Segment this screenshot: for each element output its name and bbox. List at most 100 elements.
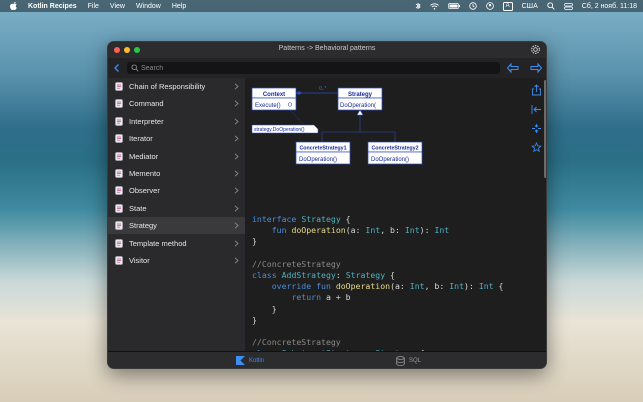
code-comment: //ConcreteStrategy [252, 337, 341, 348]
menu-window[interactable]: Window [136, 3, 161, 10]
apple-icon[interactable] [10, 2, 18, 10]
menu-file[interactable]: File [88, 3, 99, 10]
right-action-bar [526, 78, 546, 351]
expand-icon[interactable] [531, 123, 542, 134]
uml-concrete1-method: DoOperation() [299, 157, 337, 163]
sidebar-item-label: Observer [129, 186, 160, 196]
tab-kotlin[interactable]: Kotlin [236, 356, 264, 365]
chevron-right-icon [234, 205, 239, 212]
sidebar-item-label: Strategy [129, 221, 157, 231]
title-bar: Patterns -> Behavioral patterns [108, 42, 546, 58]
sidebar-item-strategy[interactable]: Strategy [108, 217, 245, 235]
sidebar-item-label: Visitor [129, 256, 150, 265]
document-icon [115, 134, 123, 143]
clock-icon[interactable] [468, 2, 477, 10]
sidebar-item-observer[interactable]: Observer [108, 182, 245, 199]
control-center-icon[interactable] [563, 2, 573, 10]
kotlin-logo-icon [236, 356, 245, 365]
uml-diagram: Context Execute() 0..* Strategy DoOperat… [251, 86, 423, 165]
sidebar-item-state[interactable]: State [108, 200, 245, 217]
uml-note: strategy.DoOperation() [254, 127, 305, 133]
document-icon [115, 82, 123, 91]
sidebar-item-visitor[interactable]: Visitor [108, 252, 245, 269]
document-icon [115, 238, 123, 248]
search-input[interactable] [141, 62, 491, 74]
document-icon [115, 99, 123, 109]
code-comment: //ConcreteStrategy [252, 258, 341, 269]
document-icon [115, 186, 123, 196]
sidebar-item-label: Command [129, 99, 164, 109]
menu-bar: Kotlin Recipes File View Window Help A С… [0, 0, 643, 12]
sidebar-item-memento[interactable]: Memento [108, 165, 245, 182]
search-icon [131, 64, 139, 72]
tab-kotlin-label: Kotlin [249, 357, 265, 364]
sidebar-item-command[interactable]: Command [108, 95, 245, 112]
star-icon[interactable] [531, 142, 542, 153]
uml-strategy-interface: Strategy DoOperation( [337, 87, 383, 111]
sidebar-item-iterator[interactable]: Iterator [108, 130, 245, 147]
document-icon [115, 256, 123, 265]
sidebar-item-label: Chain of Responsibility [129, 82, 206, 91]
uml-context-class: Context Execute() [251, 87, 297, 111]
spotlight-search-icon[interactable] [547, 2, 555, 10]
document-icon [115, 117, 123, 126]
tab-sql-label: SQL [409, 358, 422, 364]
uml-concrete-strategy-1: ConcreteStrategy1 DoOperation() [295, 141, 351, 165]
uml-concrete2-method: DoOperation() [371, 157, 409, 163]
battery-icon[interactable] [447, 3, 460, 9]
sidebar-item-mediator[interactable]: Mediator [108, 148, 245, 165]
document-icon [115, 204, 123, 213]
gear-icon[interactable] [530, 44, 541, 55]
chevron-right-icon [234, 135, 239, 142]
toolbar [108, 58, 546, 79]
tab-sql[interactable]: SQL [396, 356, 421, 366]
arrow-right-icon[interactable] [529, 62, 543, 74]
sidebar-item-label: Memento [129, 169, 161, 178]
menubar-clock[interactable]: Сб, 2 нояб. 11:18 [582, 3, 637, 10]
user-icon[interactable] [485, 2, 494, 10]
sidebar-item-label: Mediator [129, 151, 159, 161]
bluetooth-icon[interactable] [415, 2, 421, 10]
chevron-right-icon [234, 153, 239, 160]
window-title: Patterns -> Behavioral patterns [278, 45, 376, 52]
chevron-right-icon [234, 222, 239, 229]
keyboard-layout-badge[interactable]: A [502, 1, 513, 11]
menu-view[interactable]: View [110, 3, 125, 10]
sidebar-item-template-method[interactable]: Template method [108, 235, 245, 252]
uml-concrete2-title: ConcreteStrategy2 [371, 146, 418, 152]
database-icon [396, 356, 405, 366]
app-window: Patterns -> Behavioral patterns Chain of… [107, 41, 547, 369]
sidebar-item-label: Template method [129, 238, 187, 248]
input-source-label[interactable]: США [522, 3, 538, 10]
app-name-menu[interactable]: Kotlin Recipes [28, 3, 77, 10]
sidebar-item-chain-of-responsibility[interactable]: Chain of Responsibility [108, 78, 245, 95]
share-icon[interactable] [531, 84, 542, 96]
sidebar: Chain of Responsibility Command Interprete… [108, 78, 245, 351]
collapse-left-icon[interactable] [531, 104, 542, 115]
uml-concrete-strategy-2: ConcreteStrategy2 DoOperation() [367, 141, 423, 165]
arrow-left-icon[interactable] [506, 62, 520, 74]
bottom-tab-bar: Kotlin SQL [108, 351, 546, 368]
document-icon [115, 221, 123, 230]
uml-context-title: Context [263, 92, 285, 98]
wifi-icon[interactable] [429, 2, 439, 10]
uml-strategy-title: Strategy [348, 92, 373, 98]
code-block[interactable]: interface Strategy { fun doOperation(a: … [252, 214, 503, 351]
uml-concrete1-title: ConcreteStrategy1 [299, 146, 346, 152]
sidebar-item-label: State [129, 203, 147, 213]
chevron-right-icon [234, 257, 239, 264]
chevron-right-icon [234, 187, 239, 194]
chevron-right-icon [234, 170, 239, 177]
chevron-left-icon[interactable] [112, 63, 122, 73]
uml-context-method: Execute() [255, 103, 281, 109]
chevron-right-icon [234, 240, 239, 247]
uml-multiplicity: 0..* [319, 86, 327, 92]
chevron-right-icon [234, 118, 239, 125]
content-pane[interactable]: Context Execute() 0..* Strategy DoOperat… [245, 78, 546, 351]
chevron-right-icon [234, 83, 239, 90]
sidebar-item-label: Iterator [129, 134, 153, 144]
menu-help[interactable]: Help [172, 3, 186, 10]
search-field[interactable] [127, 62, 500, 74]
sidebar-item-interpreter[interactable]: Interpreter [108, 113, 245, 130]
chevron-right-icon [234, 100, 239, 107]
